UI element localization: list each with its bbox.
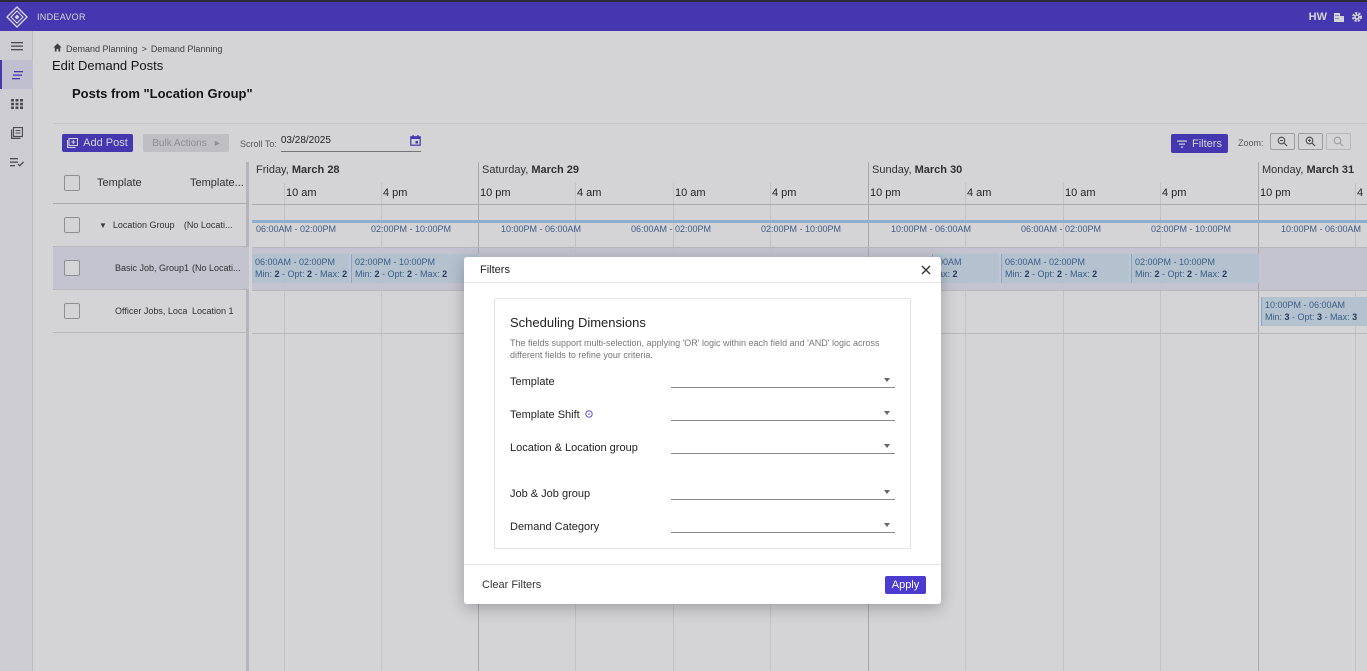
dropdown-caret-icon <box>884 411 890 415</box>
field-label-template: Template <box>510 376 555 388</box>
dropdown-caret-icon <box>884 490 890 494</box>
dropdown-caret-icon <box>884 523 890 527</box>
demand-category-select[interactable] <box>671 519 895 533</box>
template-shift-select[interactable] <box>671 407 895 421</box>
info-icon[interactable] <box>585 409 593 421</box>
template-select[interactable] <box>671 374 895 388</box>
close-icon[interactable] <box>919 263 933 277</box>
field-label-job: Job & Job group <box>510 488 591 500</box>
location-select[interactable] <box>671 440 895 454</box>
scheduling-dimensions-card: Scheduling Dimensions The fields support… <box>494 298 911 549</box>
dialog-title: Filters <box>480 263 510 276</box>
field-label-location: Location & Location group <box>510 442 638 454</box>
dialog-header: Filters <box>464 257 941 283</box>
dialog-footer: Clear Filters Apply <box>464 564 941 604</box>
job-select[interactable] <box>671 486 895 500</box>
clear-filters-button[interactable]: Clear Filters <box>482 579 541 591</box>
card-description: The fields support multi-selection, appl… <box>510 338 880 360</box>
apply-button[interactable]: Apply <box>885 576 926 594</box>
dropdown-caret-icon <box>884 378 890 382</box>
card-title: Scheduling Dimensions <box>510 315 646 330</box>
field-label-demand-category: Demand Category <box>510 521 600 533</box>
dropdown-caret-icon <box>884 444 890 448</box>
filters-dialog: Filters Scheduling Dimensions The fields… <box>464 257 941 604</box>
field-label-template-shift: Template Shift <box>510 409 593 421</box>
